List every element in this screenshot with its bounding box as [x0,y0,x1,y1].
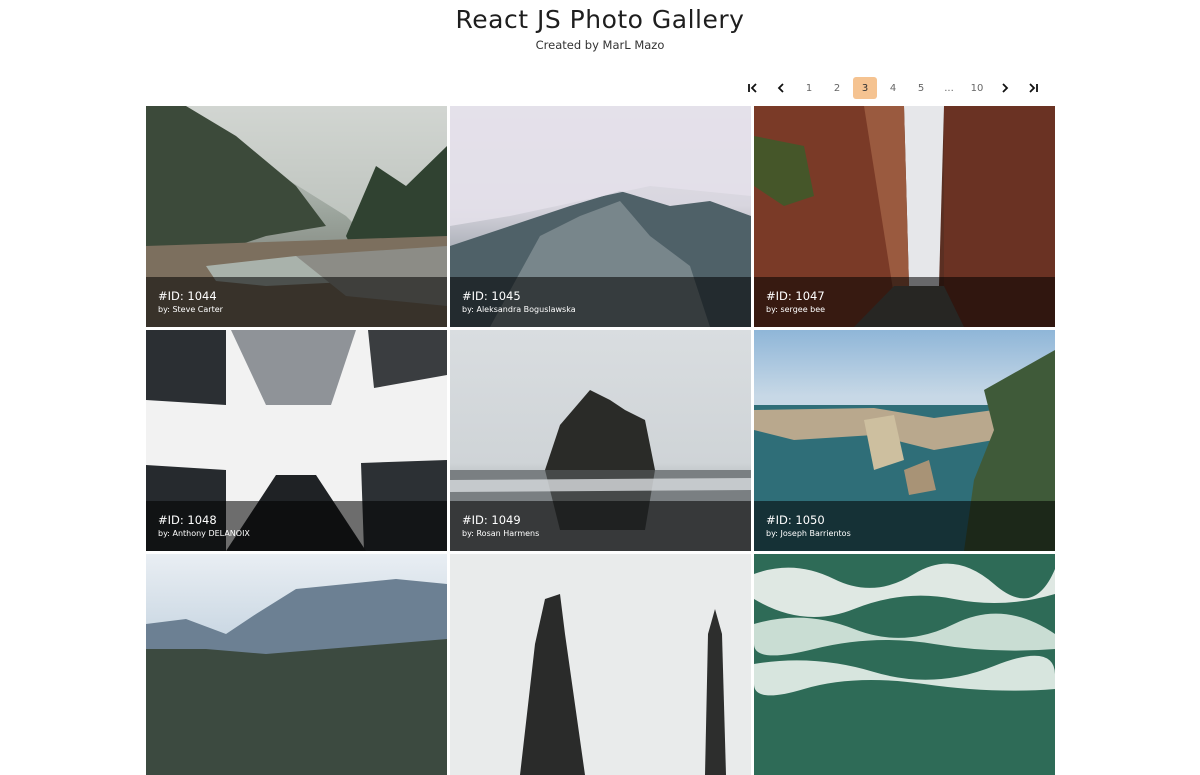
photo-card[interactable]: #ID: 1049 by: Rosan Harmens [450,330,751,551]
photo-author: by: sergee bee [766,305,826,314]
photo-caption: #ID: 1047 by: sergee bee [754,277,1055,327]
pagination: 1 2 3 4 5 ... 10 [739,77,1047,99]
photo-id: #ID: 1047 [766,289,825,303]
page-4-button[interactable]: 4 [879,77,907,99]
photo-card[interactable]: #ID: 1045 by: Aleksandra Boguslawska [450,106,751,327]
photo-id: #ID: 1049 [462,513,521,527]
next-page-button[interactable] [991,77,1019,99]
last-page-button[interactable] [1019,77,1047,99]
prev-page-icon [777,83,784,93]
photo-caption: #ID: 1050 by: Joseph Barrientos [754,501,1055,551]
photo-card[interactable]: #ID: 1048 by: Anthony DELANOIX [146,330,447,551]
photo-card[interactable]: #ID: 1044 by: Steve Carter [146,106,447,327]
page-5-button[interactable]: 5 [907,77,935,99]
next-page-icon [1002,83,1009,93]
photo-image [754,554,1055,775]
photo-id: #ID: 1050 [766,513,825,527]
first-page-button[interactable] [739,77,767,99]
photo-card[interactable]: #ID: 1050 by: Joseph Barrientos [754,330,1055,551]
photo-caption: #ID: 1049 by: Rosan Harmens [450,501,751,551]
photo-id: #ID: 1045 [462,289,521,303]
photo-caption: #ID: 1045 by: Aleksandra Boguslawska [450,277,751,327]
photo-author: by: Rosan Harmens [462,529,540,538]
last-page-icon [1029,83,1038,93]
page-subtitle: Created by MarL Mazo [535,38,665,52]
page-3-button[interactable]: 3 [853,77,877,99]
photo-card[interactable] [450,554,751,775]
photo-card[interactable] [146,554,447,775]
photo-author: by: Steve Carter [158,305,223,314]
page-1-button[interactable]: 1 [795,77,823,99]
photo-caption: #ID: 1044 by: Steve Carter [146,277,447,327]
page-2-button[interactable]: 2 [823,77,851,99]
page-ellipsis: ... [944,82,954,94]
photo-grid: #ID: 1044 by: Steve Carter #ID: 1045 by:… [146,106,1055,775]
photo-author: by: Joseph Barrientos [766,529,851,538]
photo-id: #ID: 1048 [158,513,217,527]
photo-caption: #ID: 1048 by: Anthony DELANOIX [146,501,447,551]
photo-image [146,554,447,775]
page-10-button[interactable]: 10 [963,77,991,99]
first-page-icon [748,83,757,93]
page-title: React JS Photo Gallery [455,5,745,34]
photo-id: #ID: 1044 [158,289,217,303]
photo-author: by: Anthony DELANOIX [158,529,250,538]
photo-author: by: Aleksandra Boguslawska [462,305,576,314]
page-header: React JS Photo Gallery Created by MarL M… [0,0,1200,53]
photo-card[interactable]: #ID: 1047 by: sergee bee [754,106,1055,327]
prev-page-button[interactable] [767,77,795,99]
photo-card[interactable] [754,554,1055,775]
photo-image [450,554,751,775]
